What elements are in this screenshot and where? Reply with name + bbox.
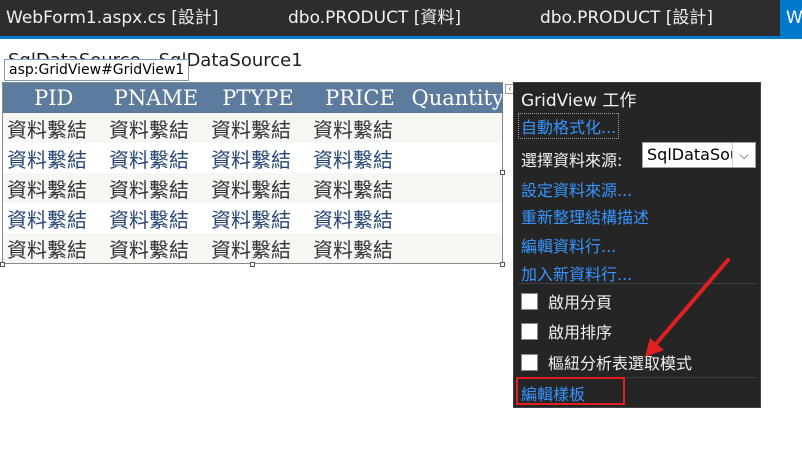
annotation-arrow-icon: [645, 258, 730, 357]
